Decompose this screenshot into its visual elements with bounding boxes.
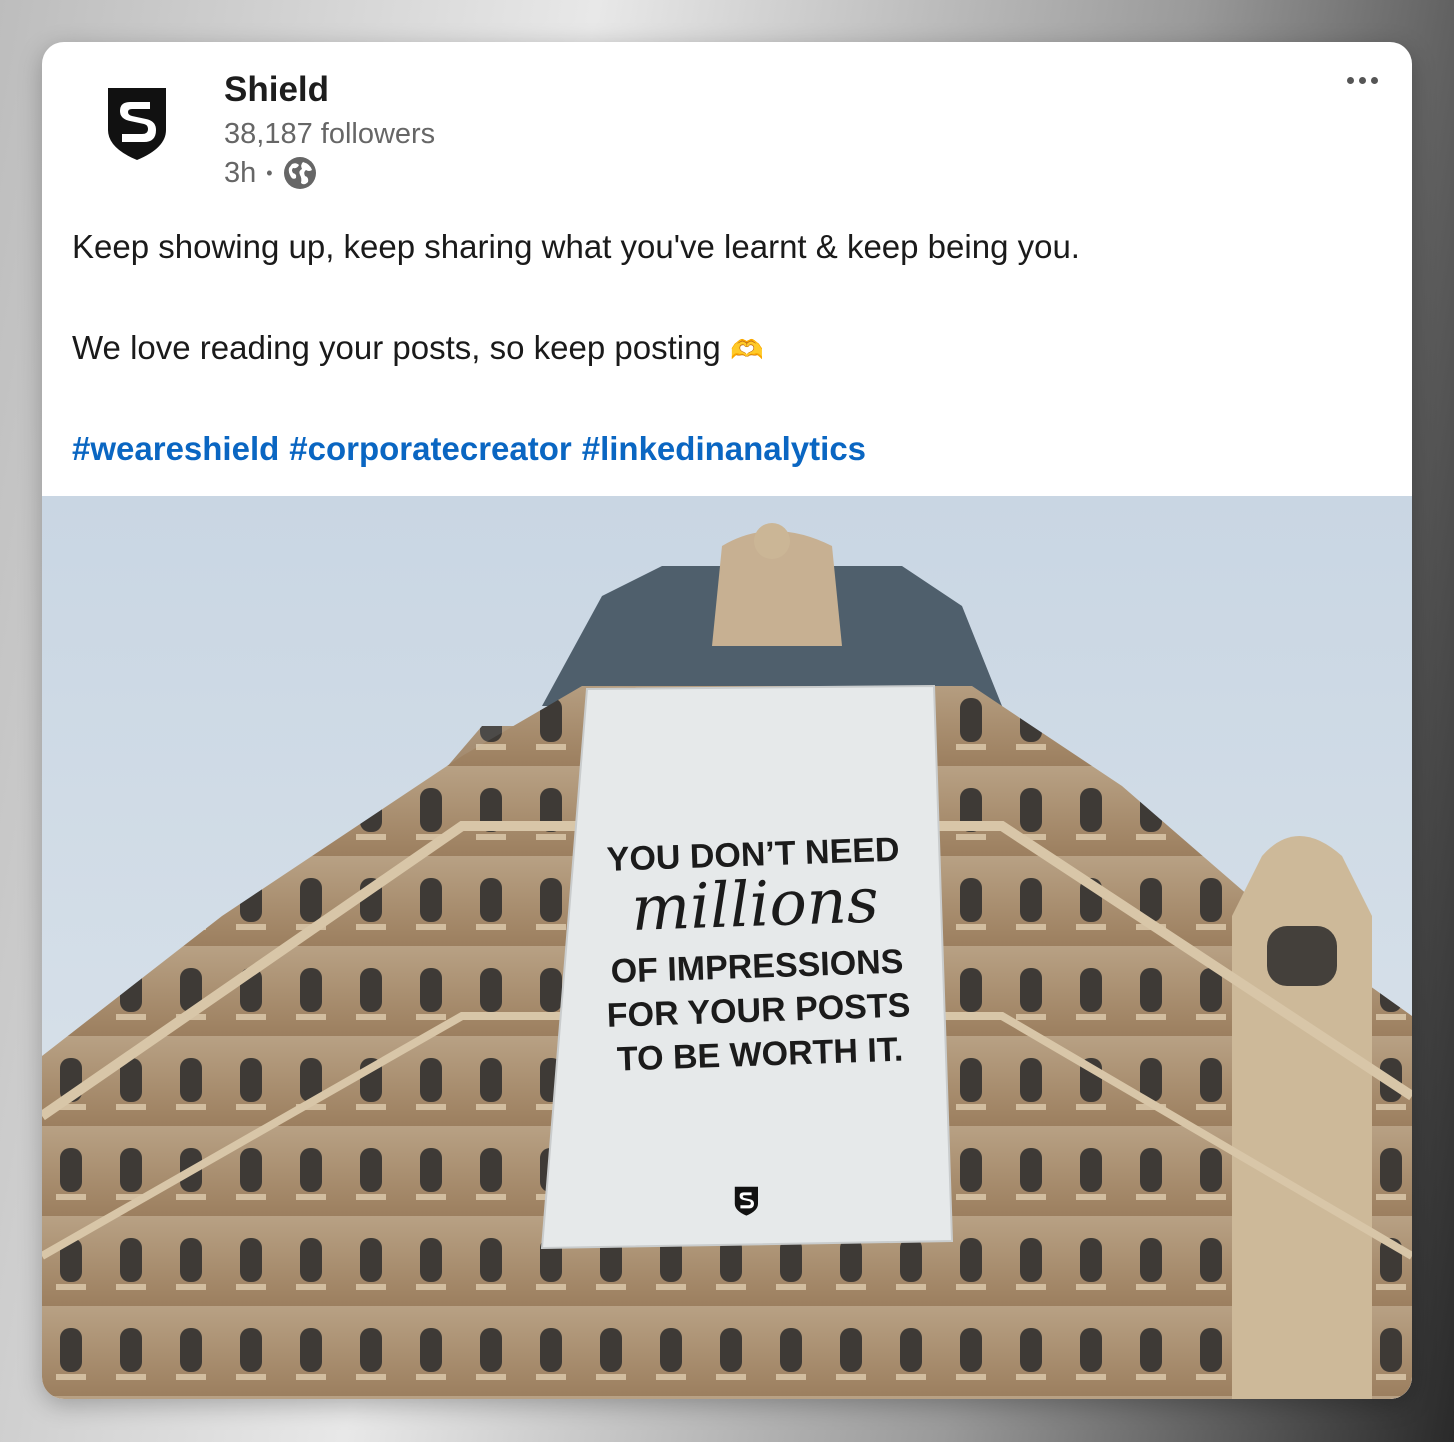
banner-line-2: millions xyxy=(630,863,880,945)
post-image[interactable]: YOU DON’T NEED millions OF IMPRESSIONS F… xyxy=(42,496,1412,1399)
post-text-line2-content: We love reading your posts, so keep post… xyxy=(72,329,721,366)
post-card: Shield 38,187 followers 3h • Keep showin… xyxy=(42,42,1412,1399)
hashtag-corporatecreator[interactable]: #corporatecreator xyxy=(289,430,571,468)
meta-separator: • xyxy=(266,162,273,183)
shield-logo-avatar[interactable] xyxy=(106,86,168,162)
more-options-button[interactable] xyxy=(1338,62,1386,98)
globe-icon xyxy=(283,157,316,189)
post-text-line2: We love reading your posts, so keep post… xyxy=(72,329,764,367)
more-horizontal-icon xyxy=(1346,76,1354,84)
post-meta: 3h • xyxy=(224,156,317,190)
hashtag-list: #weareshield #corporatecreator #linkedin… xyxy=(72,430,866,468)
company-name[interactable]: Shield xyxy=(224,70,329,110)
post-time: 3h xyxy=(224,156,257,189)
hashtag-linkedinanalytics[interactable]: #linkedinanalytics xyxy=(582,430,866,468)
heart-hands-emoji: 🫶 xyxy=(729,335,764,366)
post-text-line1: Keep showing up, keep sharing what you'v… xyxy=(72,228,1080,265)
hashtag-weareshield[interactable]: #weareshield xyxy=(72,430,279,468)
banner: YOU DON’T NEED millions OF IMPRESSIONS F… xyxy=(540,684,954,1250)
follower-count: 38,187 followers xyxy=(224,118,436,150)
